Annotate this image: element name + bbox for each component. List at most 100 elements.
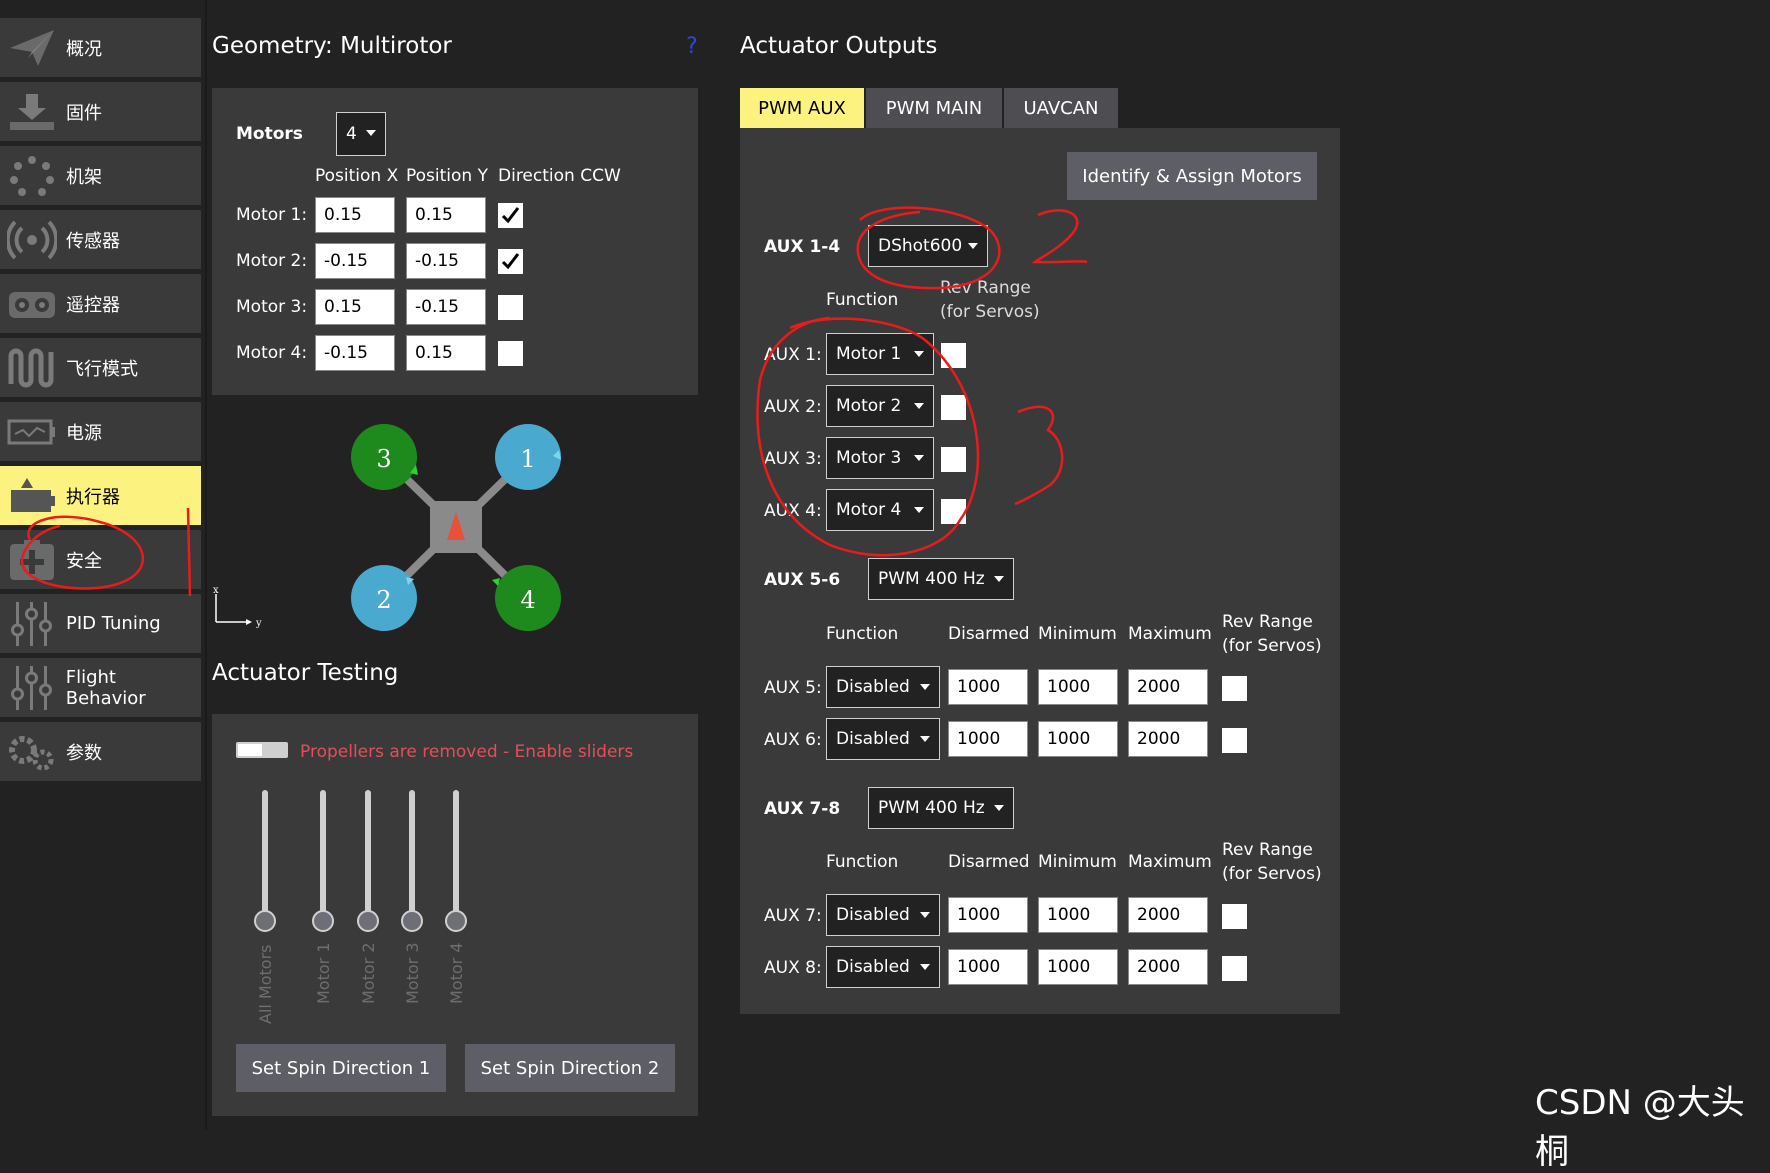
- slider-all-motors-track[interactable]: [262, 790, 268, 920]
- aux-7-function-select[interactable]: Disabled: [826, 894, 940, 936]
- testing-title: Actuator Testing: [212, 660, 399, 686]
- aux-6-min-input[interactable]: 1000: [1038, 721, 1118, 757]
- sidebar-item-label: 遥控器: [66, 294, 120, 316]
- aux-2-function-value: Motor 2: [836, 396, 902, 416]
- aux-7-8-label: AUX 7-8: [764, 799, 841, 819]
- slider-all-motors-handle[interactable]: [254, 910, 276, 932]
- aux-7-8-rev-range-header: Rev Range: [1222, 840, 1313, 860]
- aux-2-label: AUX 2:: [764, 397, 822, 417]
- aux-6-rev-checkbox[interactable]: [1222, 728, 1247, 753]
- slider-motor-3-handle[interactable]: [401, 910, 423, 932]
- airframe-icon: [4, 148, 60, 204]
- slider-motor-4-track[interactable]: [453, 790, 459, 920]
- aux-1-4-label: AUX 1-4: [764, 237, 841, 257]
- help-link[interactable]: ?: [686, 34, 698, 59]
- set-spin-direction-1-button[interactable]: Set Spin Direction 1: [236, 1044, 446, 1092]
- motor-2-x-input[interactable]: -0.15: [315, 243, 395, 279]
- aux-1-4-protocol-select[interactable]: DShot600: [868, 225, 988, 267]
- actuator-icon: [4, 468, 60, 524]
- aux-7-8-function-header: Function: [826, 852, 899, 872]
- sidebar-item-summary[interactable]: 概况: [0, 18, 201, 77]
- aux-3-function-select[interactable]: Motor 3: [826, 437, 934, 479]
- motor-3-x-input[interactable]: 0.15: [315, 289, 395, 325]
- svg-text:x: x: [213, 586, 219, 596]
- slider-motor-4-handle[interactable]: [445, 910, 467, 932]
- aux-5-max-input[interactable]: 2000: [1128, 669, 1208, 705]
- aux-6-max-input[interactable]: 2000: [1128, 721, 1208, 757]
- motor-2-y-input[interactable]: -0.15: [406, 243, 486, 279]
- motor-1-x-input[interactable]: 0.15: [315, 197, 395, 233]
- aux-2-rev-checkbox[interactable]: [941, 395, 966, 420]
- aux-6-function-select[interactable]: Disabled: [826, 718, 940, 760]
- checkmark-icon: [501, 207, 520, 224]
- aux-5-label: AUX 5:: [764, 678, 822, 698]
- sidebar-item-parameters[interactable]: 参数: [0, 722, 201, 781]
- sidebar-item-safety[interactable]: 安全: [0, 530, 201, 589]
- sidebar-divider: [205, 0, 207, 1130]
- aux-8-function-select[interactable]: Disabled: [826, 946, 940, 988]
- aux-4-function-value: Motor 4: [836, 500, 902, 520]
- aux-8-disarmed-input[interactable]: 1000: [948, 949, 1028, 985]
- aux-3-rev-checkbox[interactable]: [941, 447, 966, 472]
- motor-4-y-input[interactable]: 0.15: [406, 335, 486, 371]
- motor-1-ccw-checkbox[interactable]: [498, 203, 523, 228]
- motors-count-select[interactable]: 4: [336, 112, 386, 156]
- rotor-2-number: 2: [376, 586, 391, 614]
- aux-1-function-select[interactable]: Motor 1: [826, 333, 934, 375]
- aux-8-rev-checkbox[interactable]: [1222, 956, 1247, 981]
- aux-7-max-input[interactable]: 2000: [1128, 897, 1208, 933]
- sidebar-item-airframe[interactable]: 机架: [0, 146, 201, 205]
- aux-7-rev-checkbox[interactable]: [1222, 904, 1247, 929]
- sidebar-item-power[interactable]: 电源: [0, 402, 201, 461]
- aux-4-rev-checkbox[interactable]: [941, 499, 966, 524]
- tab-pwm-aux[interactable]: PWM AUX: [740, 88, 864, 128]
- slider-motor-2-track[interactable]: [365, 790, 371, 920]
- tab-uavcan[interactable]: UAVCAN: [1004, 88, 1118, 128]
- aux-5-min-input[interactable]: 1000: [1038, 669, 1118, 705]
- sidebar-item-pid-tuning[interactable]: PID Tuning: [0, 594, 201, 653]
- motor-4-ccw-checkbox[interactable]: [498, 341, 523, 366]
- aux-4-function-select[interactable]: Motor 4: [826, 489, 934, 531]
- aux-7-min-input[interactable]: 1000: [1038, 897, 1118, 933]
- aux-1-rev-checkbox[interactable]: [941, 343, 966, 368]
- chevron-down-icon: [920, 964, 930, 970]
- aux-5-rev-checkbox[interactable]: [1222, 676, 1247, 701]
- enable-sliders-toggle[interactable]: [236, 742, 288, 758]
- motor-3-y-input[interactable]: -0.15: [406, 289, 486, 325]
- aux-8-min-input[interactable]: 1000: [1038, 949, 1118, 985]
- aux-7-disarmed-input[interactable]: 1000: [948, 897, 1028, 933]
- sidebar-item-flight-modes[interactable]: 飞行模式: [0, 338, 201, 397]
- aux-5-6-protocol-select[interactable]: PWM 400 Hz: [868, 558, 1014, 600]
- radio-waves-icon: [4, 212, 60, 268]
- sidebar-item-radio[interactable]: 遥控器: [0, 274, 201, 333]
- sidebar-item-sensors[interactable]: 传感器: [0, 210, 201, 269]
- tab-pwm-main[interactable]: PWM MAIN: [866, 88, 1002, 128]
- aux-5-6-maximum-header: Maximum: [1128, 624, 1212, 644]
- aux-6-disarmed-input[interactable]: 1000: [948, 721, 1028, 757]
- motor-1-y-input[interactable]: 0.15: [406, 197, 486, 233]
- motor-3-ccw-checkbox[interactable]: [498, 295, 523, 320]
- aux-7-8-protocol-select[interactable]: PWM 400 Hz: [868, 787, 1014, 829]
- aux-6-label: AUX 6:: [764, 730, 822, 750]
- sidebar-item-actuators[interactable]: 执行器: [0, 466, 201, 525]
- slider-motor-3-track[interactable]: [409, 790, 415, 920]
- aux-3-function-value: Motor 3: [836, 448, 902, 468]
- sidebar-item-firmware[interactable]: 固件: [0, 82, 201, 141]
- slider-motor-1-handle[interactable]: [312, 910, 334, 932]
- sidebar-item-label: 传感器: [66, 230, 120, 252]
- sidebar-item-label: PID Tuning: [66, 613, 161, 634]
- set-spin-direction-2-button[interactable]: Set Spin Direction 2: [465, 1044, 675, 1092]
- identify-assign-motors-button[interactable]: Identify & Assign Motors: [1067, 152, 1317, 200]
- motor-2-ccw-checkbox[interactable]: [498, 249, 523, 274]
- aux-8-max-input[interactable]: 2000: [1128, 949, 1208, 985]
- rotor-4-number: 4: [520, 586, 535, 614]
- aux-2-function-select[interactable]: Motor 2: [826, 385, 934, 427]
- aux-5-function-select[interactable]: Disabled: [826, 666, 940, 708]
- sidebar-item-flight-behavior[interactable]: Flight Behavior: [0, 658, 201, 717]
- aux-1-function-value: Motor 1: [836, 344, 902, 364]
- chevron-down-icon: [914, 351, 924, 357]
- aux-5-disarmed-input[interactable]: 1000: [948, 669, 1028, 705]
- slider-motor-2-handle[interactable]: [357, 910, 379, 932]
- motor-4-x-input[interactable]: -0.15: [315, 335, 395, 371]
- slider-motor-1-track[interactable]: [320, 790, 326, 920]
